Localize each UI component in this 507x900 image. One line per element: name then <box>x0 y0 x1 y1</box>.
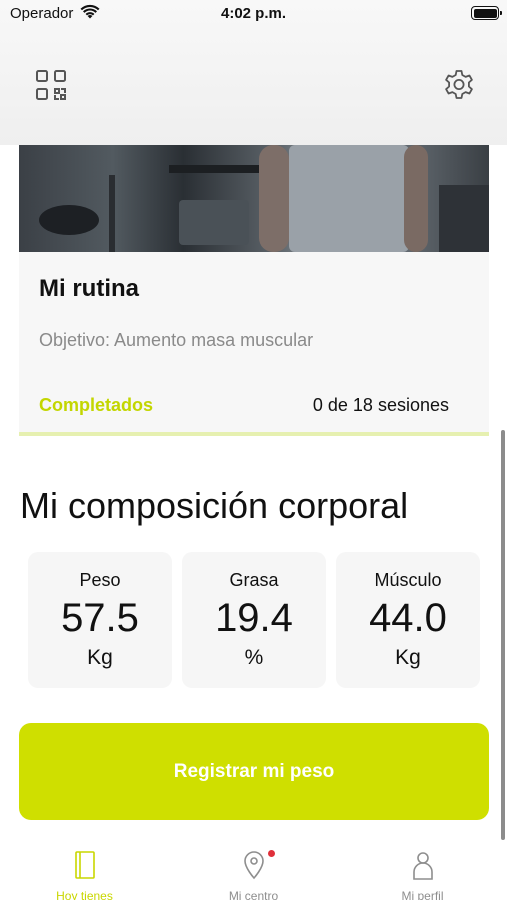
routine-card[interactable]: Mi rutina Objetivo: Aumento masa muscula… <box>19 145 489 436</box>
battery-icon <box>471 6 502 20</box>
sessions-count: 0 de 18 sesiones <box>312 395 449 415</box>
routine-progress-bar <box>19 432 489 436</box>
metric-unit: Kg <box>395 646 421 669</box>
book-icon <box>75 851 95 879</box>
metric-value: 57.5 <box>61 596 139 640</box>
location-pin-icon <box>244 851 264 880</box>
top-navigation-bar: Operador 4:02 p.m. <box>0 0 507 145</box>
scroll-indicator[interactable] <box>501 430 505 840</box>
metric-value: 44.0 <box>369 596 447 640</box>
gear-icon <box>445 70 473 99</box>
routine-goal: Objetivo: Aumento masa muscular <box>39 330 314 350</box>
register-weight-button[interactable]: Registrar mi peso <box>19 723 489 820</box>
metric-card-weight[interactable]: Peso 57.5 Kg <box>28 552 172 688</box>
metric-unit: % <box>244 646 264 669</box>
tab-today[interactable]: Hoy tienes <box>0 846 169 900</box>
tab-label: Mi centro <box>228 889 279 900</box>
routine-title: Mi rutina <box>39 275 139 302</box>
tab-my-profile[interactable]: Mi perfil <box>338 846 507 900</box>
metric-unit: Kg <box>87 646 113 669</box>
tab-label: Hoy tienes <box>56 889 113 900</box>
qr-code-icon <box>36 70 66 100</box>
metric-label: Grasa <box>229 570 279 590</box>
qr-code-button[interactable] <box>34 68 68 102</box>
metric-card-muscle[interactable]: Músculo 44.0 Kg <box>336 552 480 688</box>
completed-label: Completados <box>39 395 154 415</box>
metric-card-fat[interactable]: Grasa 19.4 % <box>182 552 326 688</box>
metric-label: Peso <box>79 570 121 590</box>
metric-value: 19.4 <box>215 596 293 640</box>
routine-photo <box>19 145 489 252</box>
tab-label: Mi perfil <box>401 889 444 900</box>
composition-title: Mi composición corporal <box>20 485 409 526</box>
status-bar: Operador 4:02 p.m. <box>0 0 507 28</box>
metric-label: Músculo <box>374 570 442 590</box>
tab-my-center[interactable]: Mi centro <box>169 846 338 900</box>
tab-bar: Hoy tienes Mi centro Mi perfil <box>0 840 507 900</box>
settings-button[interactable] <box>442 68 476 102</box>
person-icon <box>413 852 433 880</box>
notification-badge <box>268 850 275 857</box>
status-time: 4:02 p.m. <box>220 5 287 22</box>
